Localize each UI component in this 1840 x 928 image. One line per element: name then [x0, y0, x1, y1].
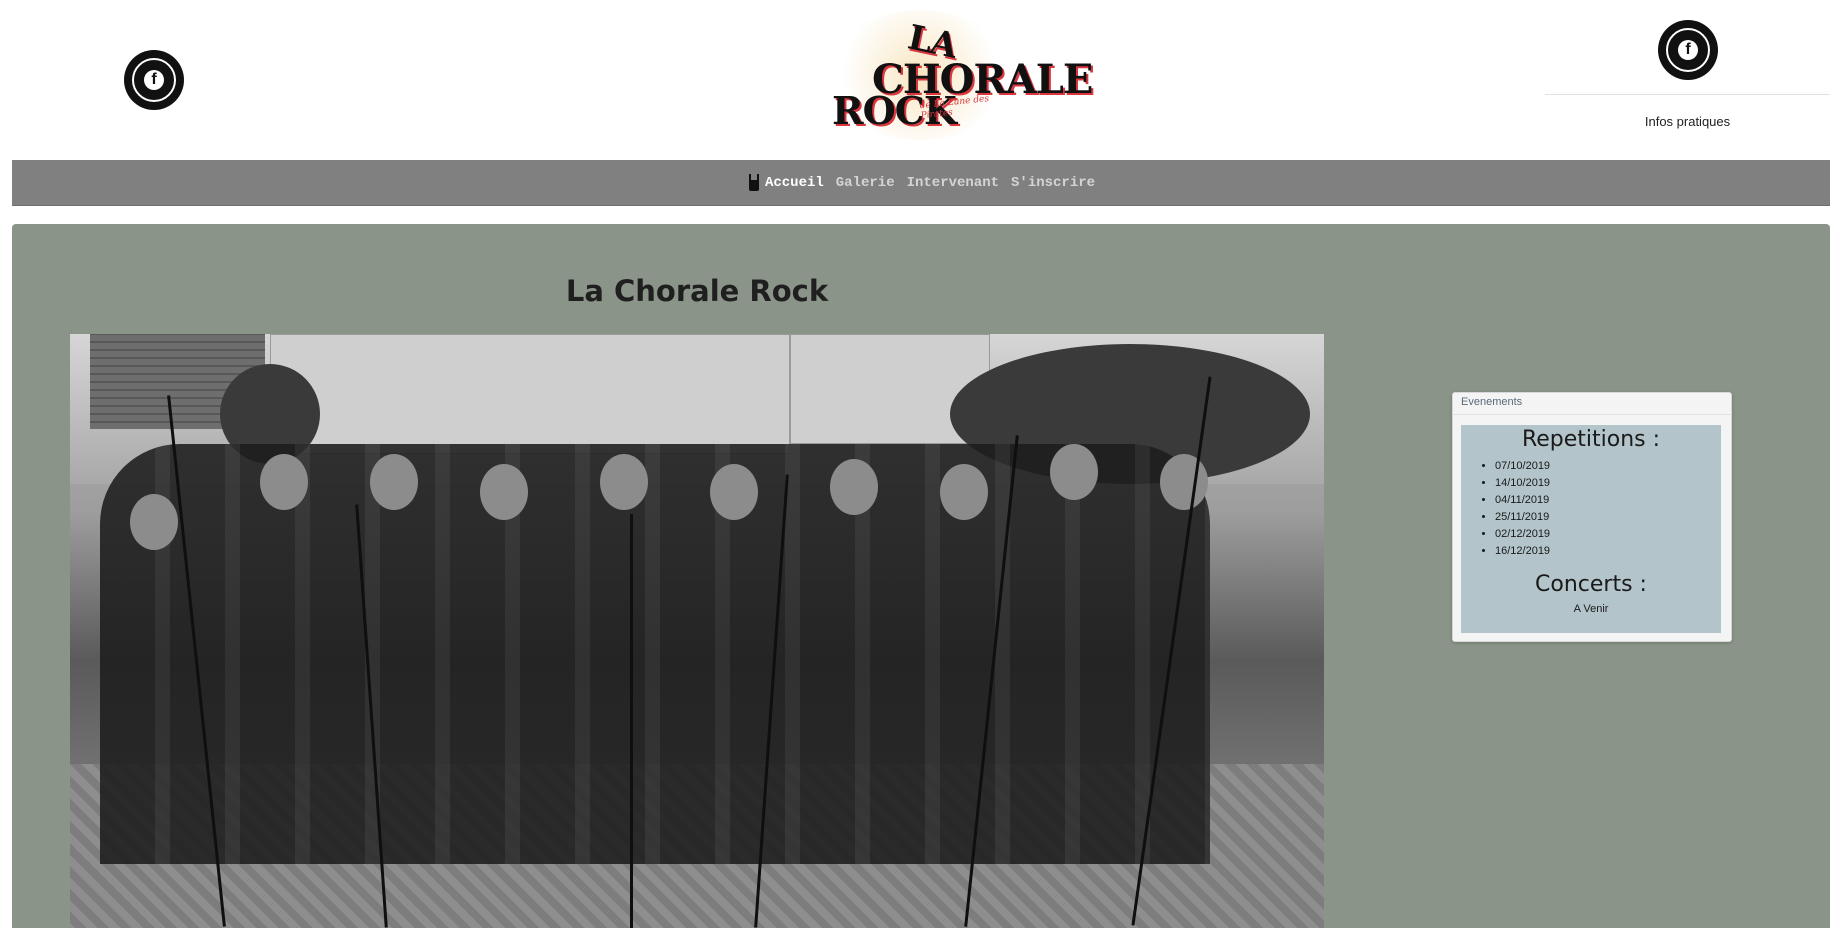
repetition-date: 14/10/2019 [1495, 475, 1721, 492]
main-content: La Chorale Rock Evenements Repetitions : [12, 224, 1830, 928]
repetition-date: 25/11/2019 [1495, 509, 1721, 526]
nav-item-accueil[interactable]: Accueil [747, 173, 824, 192]
repetition-date: 04/11/2019 [1495, 492, 1721, 509]
rock-hand-icon [747, 173, 761, 192]
repetition-date: 16/12/2019 [1495, 543, 1721, 560]
photo-mic-stand [630, 514, 633, 928]
concerts-status: A Venir [1573, 603, 1609, 615]
photo-person [710, 464, 758, 520]
main-nav: Accueil Galerie Intervenant S'inscrire [12, 160, 1830, 206]
concerts-title: Concerts : [1535, 572, 1647, 597]
photo-person [480, 464, 528, 520]
site-logo[interactable]: LA CHORALE ROCK de La Lune des Pirates [820, 0, 1093, 150]
facebook-follow-badge-right[interactable]: f [1658, 20, 1718, 80]
events-header: Evenements [1453, 393, 1731, 415]
photo-person [600, 454, 648, 510]
divider [1545, 94, 1830, 95]
photo-crowd [100, 444, 1210, 864]
repetition-date: 07/10/2019 [1495, 458, 1721, 475]
nav-item-sinscrire[interactable]: S'inscrire [1011, 175, 1095, 191]
photo-person [830, 459, 878, 515]
choir-photo [70, 334, 1324, 928]
photo-person [940, 464, 988, 520]
repetition-date: 02/12/2019 [1495, 526, 1721, 543]
photo-person [130, 494, 178, 550]
repetitions-title: Repetitions : [1521, 427, 1661, 452]
photo-building [270, 334, 790, 454]
facebook-icon: f [144, 70, 164, 90]
events-widget: Evenements Repetitions : 07/10/2019 14/1… [1452, 392, 1732, 642]
facebook-follow-badge-left[interactable]: f [124, 50, 184, 110]
facebook-badge-ring: f [132, 58, 176, 102]
nav-item-label: Accueil [764, 174, 824, 191]
nav-item-label: Intervenant [906, 174, 1000, 191]
nav-item-label: Galerie [835, 174, 895, 191]
photo-person [1160, 454, 1208, 510]
infos-pratiques-link[interactable]: Infos pratiques [1545, 114, 1830, 129]
events-body: Repetitions : 07/10/2019 14/10/2019 04/1… [1461, 425, 1721, 633]
page-title: La Chorale Rock [565, 274, 829, 308]
photo-person [260, 454, 308, 510]
repetitions-list: 07/10/2019 14/10/2019 04/11/2019 25/11/2… [1495, 458, 1721, 560]
photo-person [370, 454, 418, 510]
facebook-icon: f [1678, 40, 1698, 60]
facebook-badge-ring: f [1666, 28, 1710, 72]
nav-item-intervenant[interactable]: Intervenant [907, 175, 999, 191]
site-header: f LA CHORALE ROCK de La Lune des Pirates… [0, 0, 1840, 160]
nav-item-galerie[interactable]: Galerie [836, 175, 895, 191]
nav-item-label: S'inscrire [1011, 174, 1096, 191]
photo-person [1050, 444, 1098, 500]
